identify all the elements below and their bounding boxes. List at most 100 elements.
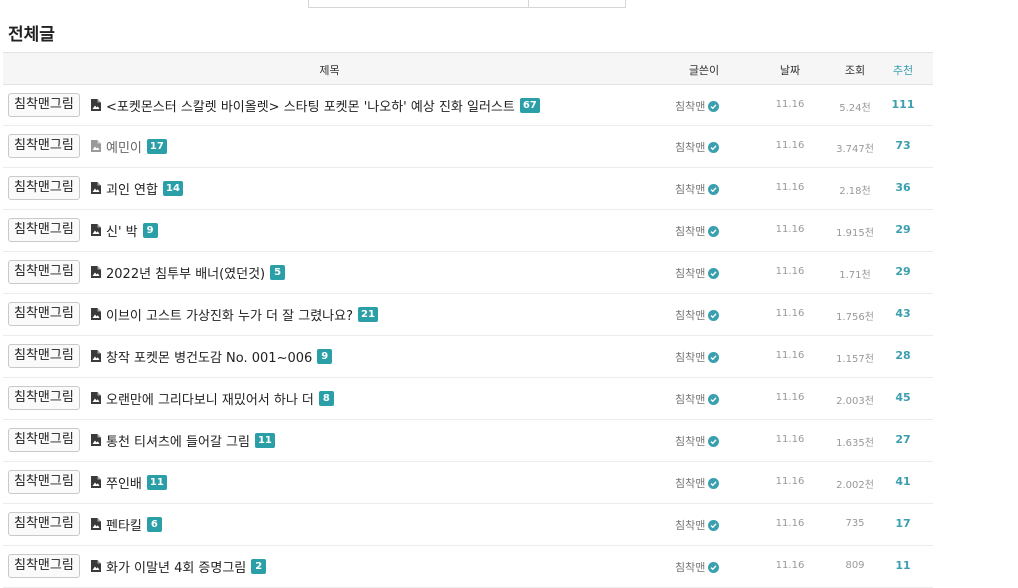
verified-check-icon [708, 183, 720, 195]
writer-name[interactable]: 침착맨 [675, 98, 705, 114]
table-row: 침착맨그림 신' 박 9 침착맨 11.16 1.915천 29 [3, 210, 933, 252]
post-title-link[interactable]: <포켓몬스터 스칼렛 바이올렛> 스타팅 포켓몬 '나오하' 예상 진화 일러스… [91, 96, 540, 115]
verified-check-icon [708, 351, 720, 363]
writer-name[interactable]: 침착맨 [675, 139, 705, 155]
comment-count-badge[interactable]: 21 [357, 306, 378, 322]
post-title[interactable]: 쭈인배 [106, 473, 142, 492]
post-title[interactable]: 예민이 [106, 137, 142, 156]
category-button[interactable]: 침착맨그림 [8, 512, 80, 536]
category-button[interactable]: 침착맨그림 [8, 470, 80, 494]
post-writer[interactable]: 침착맨 [675, 139, 720, 155]
category-button[interactable]: 침착맨그림 [8, 344, 80, 368]
post-writer[interactable]: 침착맨 [675, 265, 720, 281]
post-board: 제목 글쓴이 날짜 조회 추천 침착맨그림 <포켓몬스터 스칼렛 바이올렛> 스… [3, 52, 933, 588]
post-date: 11.16 [775, 434, 805, 445]
comment-count-badge[interactable]: 8 [318, 390, 334, 406]
post-title-link[interactable]: 신' 박 9 [91, 221, 158, 240]
post-title[interactable]: <포켓몬스터 스칼렛 바이올렛> 스타팅 포켓몬 '나오하' 예상 진화 일러스… [106, 96, 515, 115]
writer-name[interactable]: 침착맨 [675, 391, 705, 407]
post-title-link[interactable]: 화가 이말년 4회 증명그림 2 [91, 557, 267, 576]
post-writer[interactable]: 침착맨 [675, 475, 720, 491]
writer-name[interactable]: 침착맨 [675, 181, 705, 197]
post-title[interactable]: 괴인 연합 [106, 179, 158, 198]
verified-check-icon [708, 225, 720, 237]
post-recommend: 73 [895, 139, 911, 152]
post-writer[interactable]: 침착맨 [675, 98, 720, 114]
post-title[interactable]: 오랜만에 그리다보니 재밌어서 하나 더 [106, 389, 314, 408]
comment-count-badge[interactable]: 2 [251, 558, 267, 574]
writer-name[interactable]: 침착맨 [675, 265, 705, 281]
writer-name[interactable]: 침착맨 [675, 559, 705, 575]
table-row: 침착맨그림 쭈인배 11 침착맨 11.16 2.002천 41 [3, 462, 933, 504]
table-row: 침착맨그림 2022년 침투부 배너(였던것) 5 침착맨 11.16 1.71… [3, 252, 933, 294]
category-button[interactable]: 침착맨그림 [8, 302, 80, 326]
post-title[interactable]: 창작 포켓몬 병건도감 No. 001~006 [106, 347, 312, 366]
post-writer[interactable]: 침착맨 [675, 433, 720, 449]
verified-check-icon [708, 435, 720, 447]
writer-name[interactable]: 침착맨 [675, 223, 705, 239]
post-title-link[interactable]: 쭈인배 11 [91, 473, 167, 492]
column-header-date: 날짜 [779, 64, 801, 77]
post-date: 11.16 [775, 308, 805, 319]
post-title[interactable]: 이브이 고스트 가상진화 누가 더 잘 그렸나요? [106, 305, 353, 324]
table-row: 침착맨그림 화가 이말년 4회 증명그림 2 침착맨 11.16 809 11 [3, 546, 933, 588]
post-writer[interactable]: 침착맨 [675, 181, 720, 197]
verified-check-icon [708, 309, 720, 321]
post-title[interactable]: 2022년 침투부 배너(였던것) [106, 263, 265, 282]
post-title-link[interactable]: 창작 포켓몬 병건도감 No. 001~006 9 [91, 347, 333, 366]
post-writer[interactable]: 침착맨 [675, 559, 720, 575]
post-title-link[interactable]: 오랜만에 그리다보니 재밌어서 하나 더 8 [91, 389, 334, 408]
post-title[interactable]: 통천 티셔츠에 들어갈 그림 [106, 431, 250, 450]
post-recommend: 111 [891, 98, 915, 111]
comment-count-badge[interactable]: 6 [146, 516, 162, 532]
category-button[interactable]: 침착맨그림 [8, 93, 80, 117]
table-row: 침착맨그림 창작 포켓몬 병건도감 No. 001~006 9 침착맨 11.1… [3, 336, 933, 378]
post-views: 2.003천 [836, 396, 874, 407]
post-date: 11.16 [775, 392, 805, 403]
comment-count-badge[interactable]: 67 [519, 97, 540, 113]
table-row: 침착맨그림 <포켓몬스터 스칼렛 바이올렛> 스타팅 포켓몬 '나오하' 예상 … [3, 85, 933, 126]
post-title-link[interactable]: 통천 티셔츠에 들어갈 그림 11 [91, 431, 275, 450]
comment-count-badge[interactable]: 11 [254, 432, 275, 448]
post-recommend: 17 [895, 517, 911, 530]
comment-count-badge[interactable]: 11 [146, 474, 167, 490]
post-writer[interactable]: 침착맨 [675, 349, 720, 365]
writer-name[interactable]: 침착맨 [675, 349, 705, 365]
post-writer[interactable]: 침착맨 [675, 223, 720, 239]
category-button[interactable]: 침착맨그림 [8, 428, 80, 452]
writer-name[interactable]: 침착맨 [675, 517, 705, 533]
post-title-link[interactable]: 괴인 연합 14 [91, 179, 183, 198]
post-title[interactable]: 펜타킬 [106, 515, 142, 534]
writer-name[interactable]: 침착맨 [675, 433, 705, 449]
search-box-remnant[interactable] [308, 0, 626, 8]
category-button[interactable]: 침착맨그림 [8, 218, 80, 242]
category-button[interactable]: 침착맨그림 [8, 176, 80, 200]
comment-count-badge[interactable]: 17 [146, 138, 167, 154]
comment-count-badge[interactable]: 9 [142, 222, 158, 238]
post-writer[interactable]: 침착맨 [675, 307, 720, 323]
post-title[interactable]: 신' 박 [106, 221, 138, 240]
post-title-link[interactable]: 예민이 17 [91, 137, 167, 156]
category-button[interactable]: 침착맨그림 [8, 554, 80, 578]
post-title[interactable]: 화가 이말년 4회 증명그림 [106, 557, 246, 576]
search-box-divider [528, 0, 529, 7]
column-header-recommend[interactable]: 추천 [883, 62, 923, 78]
table-row: 침착맨그림 통천 티셔츠에 들어갈 그림 11 침착맨 11.16 1.635천… [3, 420, 933, 462]
post-title-link[interactable]: 이브이 고스트 가상진화 누가 더 잘 그렸나요? 21 [91, 305, 378, 324]
category-button[interactable]: 침착맨그림 [8, 260, 80, 284]
writer-name[interactable]: 침착맨 [675, 475, 705, 491]
category-button[interactable]: 침착맨그림 [8, 386, 80, 410]
post-writer[interactable]: 침착맨 [675, 391, 720, 407]
column-header-title: 제목 [319, 64, 340, 77]
image-post-icon [91, 476, 101, 488]
post-title-link[interactable]: 2022년 침투부 배너(였던것) 5 [91, 263, 286, 282]
comment-count-badge[interactable]: 14 [162, 180, 183, 196]
post-list: 침착맨그림 <포켓몬스터 스칼렛 바이올렛> 스타팅 포켓몬 '나오하' 예상 … [3, 85, 933, 588]
category-button[interactable]: 침착맨그림 [8, 134, 80, 158]
comment-count-badge[interactable]: 5 [270, 264, 286, 280]
comment-count-badge[interactable]: 9 [317, 348, 333, 364]
table-row: 침착맨그림 예민이 17 침착맨 11.16 3.747천 73 [3, 126, 933, 168]
post-writer[interactable]: 침착맨 [675, 517, 720, 533]
writer-name[interactable]: 침착맨 [675, 307, 705, 323]
post-title-link[interactable]: 펜타킬 6 [91, 515, 162, 534]
